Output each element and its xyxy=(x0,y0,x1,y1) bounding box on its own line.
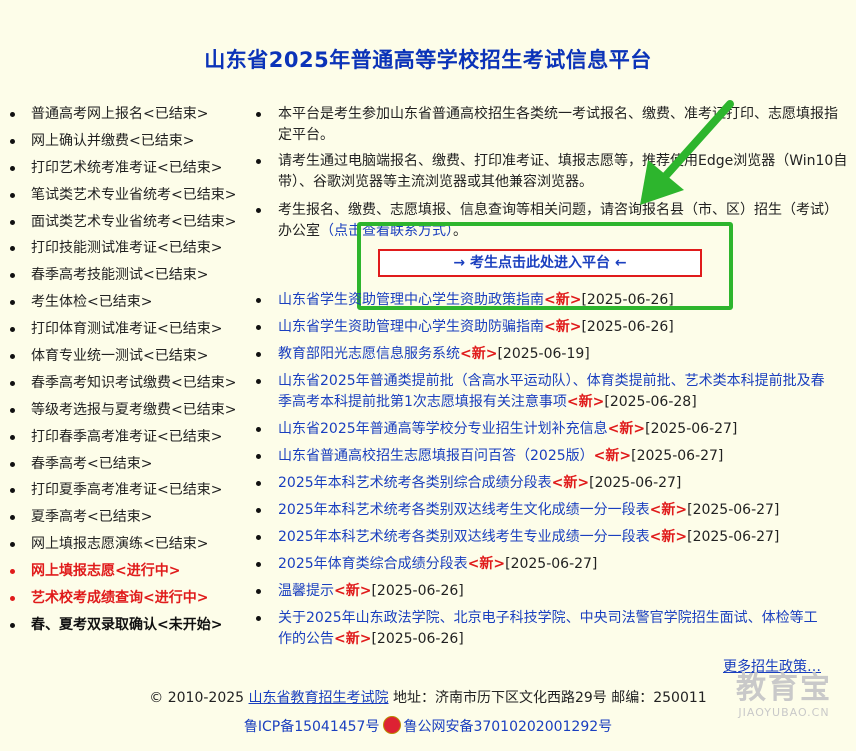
address-text: 地址：济南市历下区文化西路29号 邮编：250011 xyxy=(388,690,707,706)
news-link[interactable]: 2025年体育类综合成绩分段表 xyxy=(278,556,468,572)
watermark-logo: 教育宝 JIAOYUBAO.CN xyxy=(724,671,844,720)
news-date: [2025-06-27] xyxy=(631,448,724,464)
news-date: [2025-06-26] xyxy=(371,583,464,599)
news-link[interactable]: 2025年本科艺术统考各类别双达线考生文化成绩一分一段表 xyxy=(278,502,650,518)
new-badge: <新> xyxy=(460,346,498,362)
copyright-text: © 2010-2025 xyxy=(149,690,249,706)
news-item: 山东省2025年普通高等学校分专业招生计划补充信息<新>[2025-06-27] xyxy=(256,419,826,440)
police-emblem-icon xyxy=(383,716,402,734)
news-item: 关于2025年山东政法学院、北京电子科技学院、中央司法警官学院招生面试、体检等工… xyxy=(256,608,826,650)
news-link[interactable]: 山东省2025年普通类提前批（含高水平运动队）、体育类提前批、艺术类本科提前批及… xyxy=(278,373,825,410)
news-item: 温馨提示<新>[2025-06-26] xyxy=(256,581,826,602)
news-item: 2025年本科艺术统考各类别双达线考生文化成绩一分一段表<新>[2025-06-… xyxy=(256,500,826,521)
news-item: 2025年本科艺术统考各类别双达线考生专业成绩一分一段表<新>[2025-06-… xyxy=(256,527,826,548)
news-item: 2025年本科艺术统考各类别综合成绩分段表<新>[2025-06-27] xyxy=(256,473,826,494)
news-date: [2025-06-26] xyxy=(371,631,464,647)
new-badge: <新> xyxy=(544,319,582,335)
new-badge: <新> xyxy=(607,421,646,437)
police-record-link[interactable]: 鲁公网安备37010202001292号 xyxy=(403,719,612,735)
news-item: 教育部阳光志愿信息服务系统<新>[2025-06-19] xyxy=(256,344,826,365)
watermark-domain: JIAOYUBAO.CN xyxy=(738,706,830,719)
new-badge: <新> xyxy=(566,394,605,410)
news-date: [2025-06-27] xyxy=(645,421,738,437)
icp-link[interactable]: 鲁ICP备15041457号 xyxy=(244,719,380,735)
news-item: 2025年体育类综合成绩分段表<新>[2025-06-27] xyxy=(256,554,826,575)
new-badge: <新> xyxy=(334,583,372,599)
new-badge: <新> xyxy=(593,448,632,464)
news-date: [2025-06-27] xyxy=(505,556,598,572)
news-link[interactable]: 山东省学生资助管理中心学生资助防骗指南 xyxy=(278,319,544,335)
news-link[interactable]: 2025年本科艺术统考各类别综合成绩分段表 xyxy=(278,475,552,491)
news-date: [2025-06-26] xyxy=(581,319,674,335)
news-link[interactable]: 山东省学生资助管理中心学生资助政策指南 xyxy=(278,292,544,308)
news-date: [2025-06-19] xyxy=(497,346,590,362)
news-date: [2025-06-27] xyxy=(687,529,780,545)
news-item: 山东省普通高校招生志愿填报百问百答（2025版）<新>[2025-06-27] xyxy=(256,446,826,467)
news-date: [2025-06-27] xyxy=(589,475,682,491)
new-badge: <新> xyxy=(334,631,372,647)
new-badge: <新> xyxy=(649,502,688,518)
news-date: [2025-06-28] xyxy=(604,394,697,410)
watermark-text: 教育宝 xyxy=(736,671,832,706)
news-link[interactable]: 温馨提示 xyxy=(278,583,334,599)
news-item: 山东省学生资助管理中心学生资助防骗指南<新>[2025-06-26] xyxy=(256,317,826,338)
new-badge: <新> xyxy=(544,292,582,308)
news-item: 山东省学生资助管理中心学生资助政策指南<新>[2025-06-26] xyxy=(256,290,826,311)
new-badge: <新> xyxy=(467,556,506,572)
footer-record: 鲁ICP备15041457号 鲁公网安备37010202001292号 xyxy=(0,716,856,736)
news-link[interactable]: 山东省普通高校招生志愿填报百问百答（2025版） xyxy=(278,448,594,464)
new-badge: <新> xyxy=(551,475,590,491)
news-link[interactable]: 教育部阳光志愿信息服务系统 xyxy=(278,346,460,362)
news-link[interactable]: 山东省2025年普通高等学校分专业招生计划补充信息 xyxy=(278,421,608,437)
news-date: [2025-06-26] xyxy=(581,292,674,308)
org-link[interactable]: 山东省教育招生考试院 xyxy=(249,690,389,706)
news-item: 山东省2025年普通类提前批（含高水平运动队）、体育类提前批、艺术类本科提前批及… xyxy=(256,371,826,413)
news-date: [2025-06-27] xyxy=(687,502,780,518)
news-link[interactable]: 2025年本科艺术统考各类别双达线考生专业成绩一分一段表 xyxy=(278,529,650,545)
new-badge: <新> xyxy=(649,529,688,545)
